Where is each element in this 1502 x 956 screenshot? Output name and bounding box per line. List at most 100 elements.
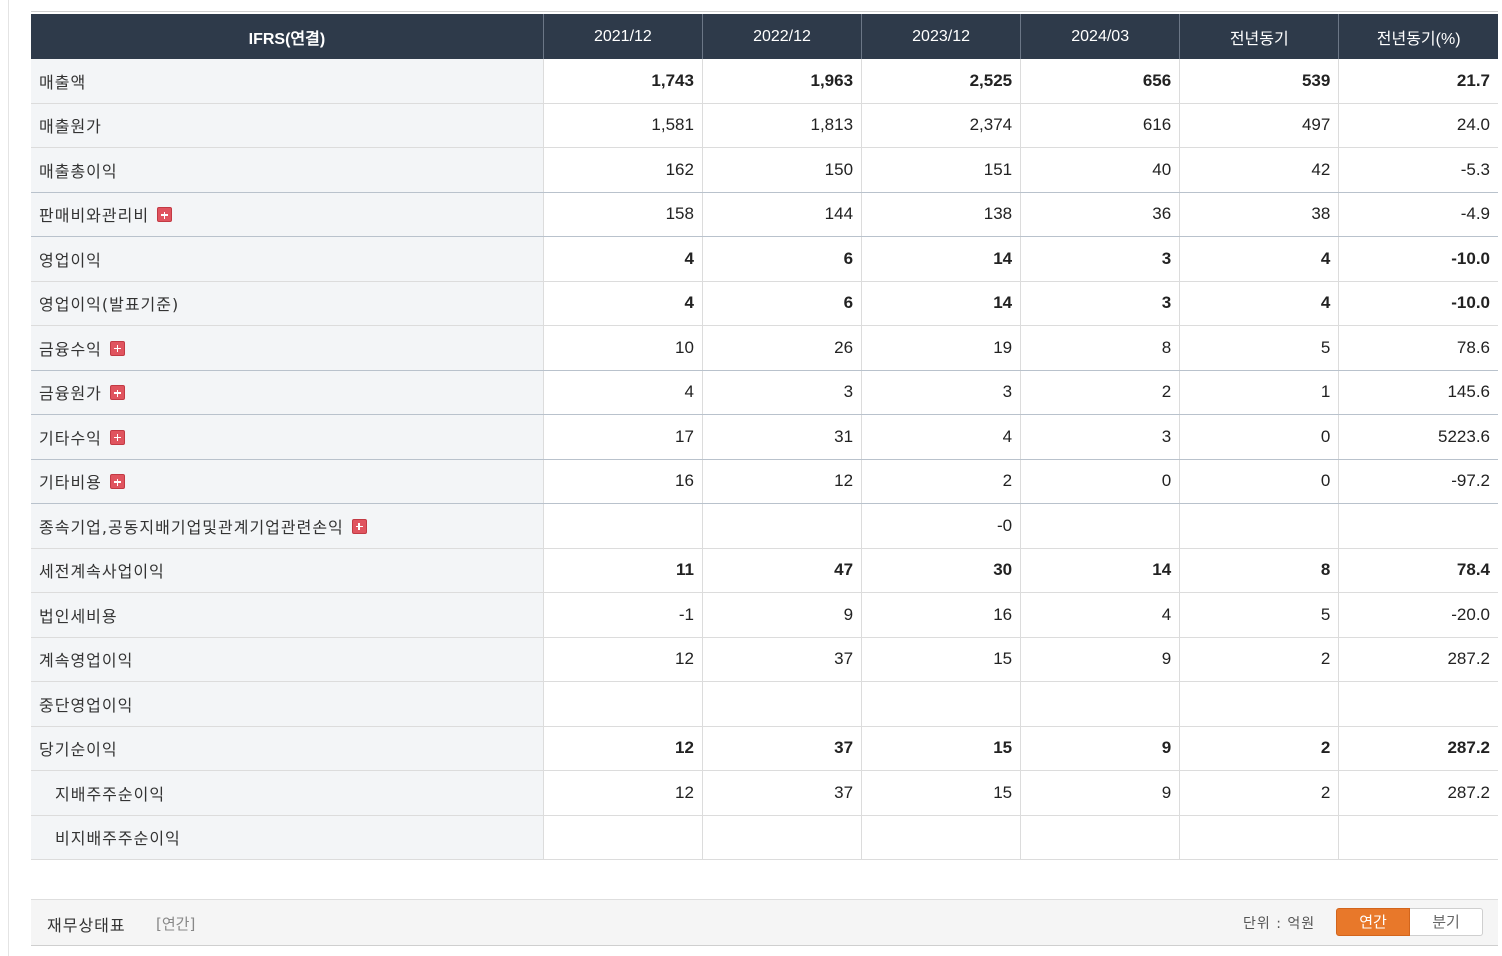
value-cell <box>542 503 703 549</box>
value-cell: 3 <box>701 370 862 415</box>
value-cell: 6 <box>701 281 862 326</box>
value-cell: 78.6 <box>1338 325 1498 371</box>
section-period: [연간] <box>156 915 196 933</box>
value-cell: 1,581 <box>542 103 703 148</box>
value-cell: 19 <box>861 325 1021 371</box>
value-cell: 30 <box>861 548 1021 593</box>
row-label: 당기순이익 <box>39 740 118 760</box>
header-2021-12: 2021/12 <box>542 14 703 59</box>
row-label-cell: 기타비용 <box>31 459 544 504</box>
expand-plus-icon[interactable] <box>109 340 125 356</box>
row-label-cell: 매출원가 <box>31 103 544 148</box>
value-cell <box>701 815 862 860</box>
value-cell: 8 <box>1179 548 1339 593</box>
period-toggle: 연간 분기 <box>1336 908 1483 936</box>
value-cell: 3 <box>861 370 1021 415</box>
value-cell: -10.0 <box>1338 236 1498 282</box>
value-cell: 2 <box>1179 726 1339 771</box>
value-cell: 42 <box>1179 147 1339 193</box>
value-cell: 12 <box>542 770 703 816</box>
value-cell: 150 <box>701 147 862 193</box>
expand-plus-icon[interactable] <box>109 429 125 445</box>
value-cell: 17 <box>542 414 703 460</box>
row-label: 판매비와관리비 <box>39 206 150 226</box>
value-cell: 287.2 <box>1338 726 1498 771</box>
value-cell: -5.3 <box>1338 147 1498 193</box>
value-cell: 12 <box>542 726 703 771</box>
row-label-cell: 종속기업,공동지배기업및관계기업관련손익 <box>31 503 544 549</box>
value-cell <box>1179 815 1339 860</box>
row-label-cell: 판매비와관리비 <box>31 192 544 237</box>
section-title: 재무상태표 <box>47 916 126 935</box>
header-prev-year: 전년동기 <box>1179 14 1339 59</box>
row-label: 영업이익 <box>39 250 102 270</box>
value-cell: 287.2 <box>1338 770 1498 816</box>
value-cell: 5 <box>1179 325 1339 371</box>
row-label: 계속영업이익 <box>39 651 134 671</box>
value-cell: 3 <box>1020 414 1180 460</box>
table-row: 매출총이익 162 150 151 40 42 -5.3 <box>31 147 1498 193</box>
value-cell: 12 <box>701 459 862 504</box>
table-row: 금융수익 10 26 19 8 5 78.6 <box>31 325 1498 371</box>
value-cell: 1 <box>1179 370 1339 415</box>
row-label-cell: 매출총이익 <box>31 147 544 193</box>
value-cell: 1,813 <box>701 103 862 148</box>
row-label: 영업이익(발표기준) <box>39 295 180 315</box>
value-cell: 138 <box>861 192 1021 237</box>
value-cell <box>1020 815 1180 860</box>
row-label: 법인세비용 <box>39 606 118 626</box>
value-cell: 16 <box>861 592 1021 638</box>
expand-plus-icon[interactable] <box>157 207 173 223</box>
value-cell <box>701 681 862 727</box>
value-cell: 14 <box>861 236 1021 282</box>
value-cell: 2 <box>861 459 1021 504</box>
row-label: 금융수익 <box>39 339 102 359</box>
row-label-cell: 당기순이익 <box>31 726 544 771</box>
row-label-cell: 중단영업이익 <box>31 681 544 727</box>
value-cell: -20.0 <box>1338 592 1498 638</box>
value-cell: 0 <box>1020 459 1180 504</box>
value-cell: 616 <box>1020 103 1180 148</box>
table-row: 계속영업이익 12 37 15 9 2 287.2 <box>31 637 1498 682</box>
row-label: 세전계속사업이익 <box>39 562 165 582</box>
quarterly-toggle-button[interactable]: 분기 <box>1410 908 1483 936</box>
value-cell: 9 <box>1020 637 1180 682</box>
value-cell: -4.9 <box>1338 192 1498 237</box>
value-cell <box>1338 681 1498 727</box>
expand-plus-icon[interactable] <box>109 474 125 490</box>
value-cell: 9 <box>1020 726 1180 771</box>
value-cell <box>861 815 1021 860</box>
table-row: 세전계속사업이익 11 47 30 14 8 78.4 <box>31 548 1498 593</box>
row-label: 기타비용 <box>39 473 102 493</box>
table-row: 판매비와관리비 158 144 138 36 38 -4.9 <box>31 192 1498 237</box>
value-cell: -97.2 <box>1338 459 1498 504</box>
value-cell <box>1179 503 1339 549</box>
value-cell: 2,374 <box>861 103 1021 148</box>
row-label: 매출총이익 <box>39 161 118 181</box>
row-label: 기타수익 <box>39 428 102 448</box>
value-cell <box>542 815 703 860</box>
value-cell: 162 <box>542 147 703 193</box>
expand-plus-icon[interactable] <box>109 385 125 401</box>
value-cell <box>861 681 1021 727</box>
value-cell: 4 <box>542 236 703 282</box>
table-row: 매출액 1,743 1,963 2,525 656 539 21.7 <box>31 59 1498 104</box>
value-cell: 5223.6 <box>1338 414 1498 460</box>
row-label-cell: 영업이익(발표기준) <box>31 281 544 326</box>
table-top-rule <box>31 11 1498 12</box>
value-cell: 15 <box>861 637 1021 682</box>
header-prev-year-pct: 전년동기(%) <box>1338 14 1498 59</box>
value-cell: 37 <box>701 726 862 771</box>
value-cell: 37 <box>701 770 862 816</box>
value-cell: 539 <box>1179 59 1339 104</box>
annual-toggle-button[interactable]: 연간 <box>1336 908 1410 936</box>
table-row: 영업이익 4 6 14 3 4 -10.0 <box>31 236 1498 282</box>
row-label-cell: 지배주주순이익 <box>31 770 544 816</box>
row-label: 비지배주주순이익 <box>55 829 181 849</box>
table-row: 금융원가 4 3 3 2 1 145.6 <box>31 370 1498 415</box>
table-row: 매출원가 1,581 1,813 2,374 616 497 24.0 <box>31 103 1498 148</box>
value-cell: 37 <box>701 637 862 682</box>
value-cell <box>542 681 703 727</box>
value-cell: 47 <box>701 548 862 593</box>
expand-plus-icon[interactable] <box>351 518 367 534</box>
